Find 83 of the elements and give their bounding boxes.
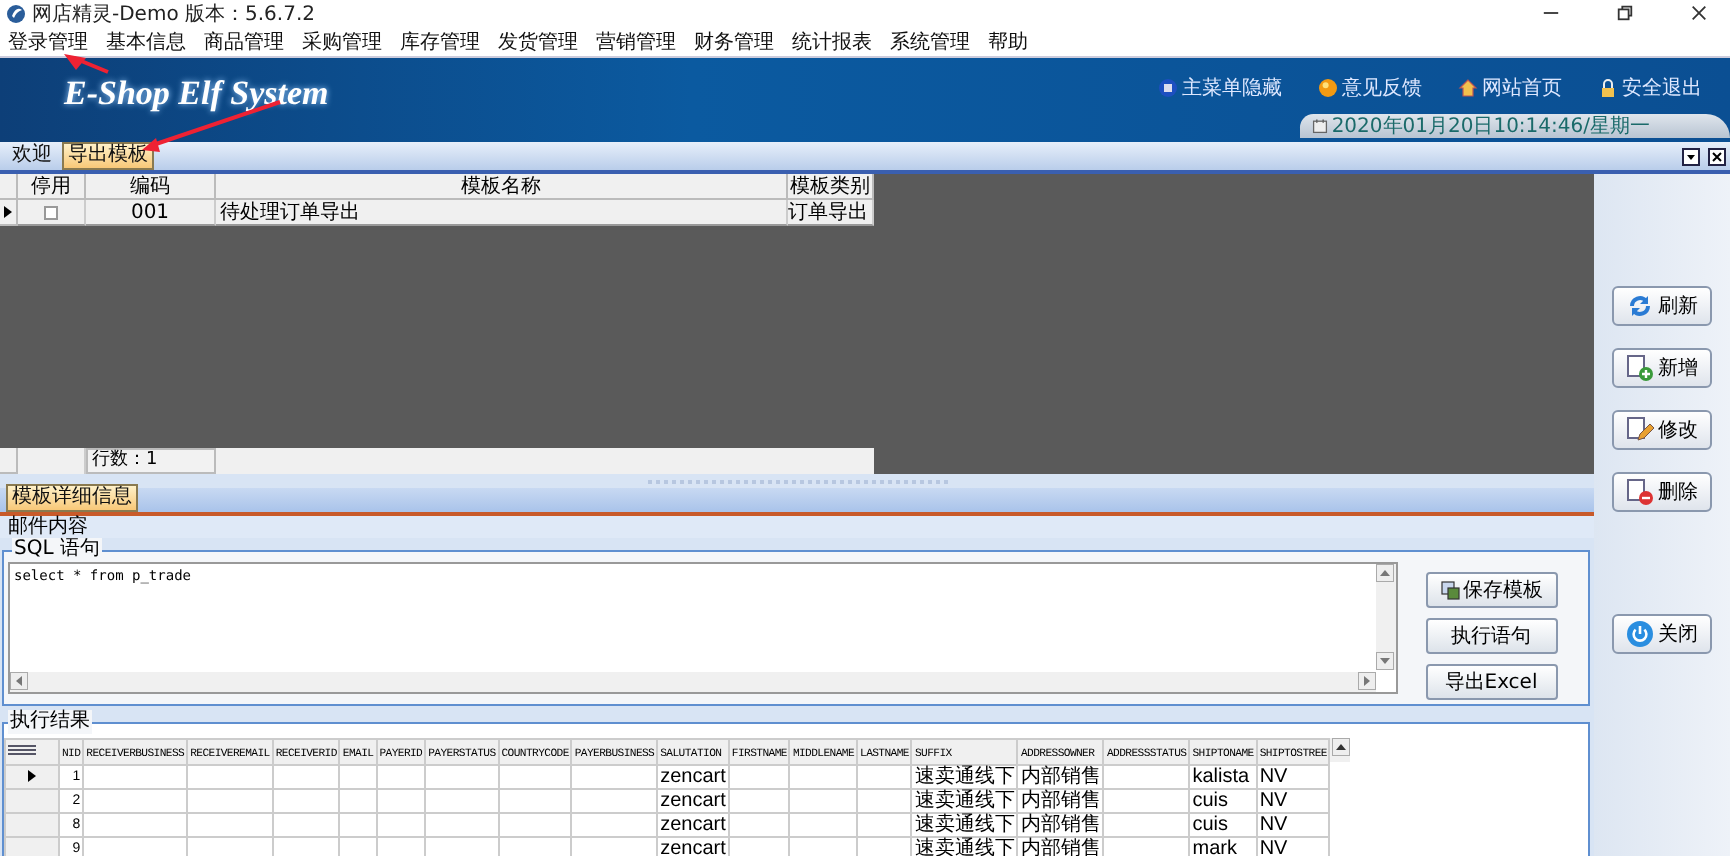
edit-document-icon [1626, 416, 1654, 444]
menu-item[interactable]: 帮助 [988, 27, 1028, 55]
menu-item[interactable]: 统计报表 [792, 27, 872, 55]
table-cell: 速卖通线下 [914, 789, 1015, 811]
table-cell: zencart [660, 813, 726, 835]
table-cell: NV [1259, 813, 1288, 835]
group-label: 执行结果 [8, 710, 92, 734]
datetime-text: 2020年01月20日10:14:46/星期一 [1331, 113, 1650, 140]
menu-item[interactable]: 发货管理 [498, 27, 578, 55]
table-cell: 内部销售 [1020, 813, 1101, 835]
tab[interactable]: 欢迎 [6, 142, 58, 170]
menu-item[interactable]: 系统管理 [890, 27, 970, 55]
annotation-arrow [64, 54, 109, 74]
banner-link[interactable]: 意见反馈 [1342, 74, 1422, 102]
table-cell: zencart [660, 789, 726, 811]
power-icon [1626, 620, 1654, 648]
close-icon[interactable] [1708, 148, 1726, 166]
table-cell: 速卖通线下 [914, 765, 1015, 787]
logo-text: E-Shop Elf System [64, 74, 329, 114]
restore-icon[interactable] [1616, 4, 1634, 22]
tab[interactable]: 模板详细信息 [6, 484, 138, 512]
refresh-icon [1626, 292, 1654, 320]
dropdown-icon[interactable] [1682, 148, 1700, 166]
menu-item[interactable]: 财务管理 [694, 27, 774, 55]
table-cell: NV [1259, 837, 1288, 856]
action-button[interactable]: 保存模板 [1425, 572, 1557, 608]
table-cell: 内部销售 [1020, 789, 1101, 811]
current-row-icon [28, 769, 36, 781]
menu-item[interactable]: 登录管理 [8, 27, 88, 55]
banner-link[interactable]: 主菜单隐藏 [1182, 74, 1282, 102]
column-header[interactable]: 模板类别 [788, 174, 874, 200]
table-cell: cuis [1192, 789, 1229, 811]
feedback-icon [1318, 78, 1338, 98]
banner-link[interactable]: 网站首页 [1482, 74, 1562, 102]
table-cell: zencart [660, 837, 726, 856]
table-cell: 订单导出 [788, 200, 874, 226]
table-cell: NV [1259, 765, 1288, 787]
side-button[interactable]: 新增 [1612, 348, 1712, 388]
scroll-down-icon[interactable] [1376, 652, 1394, 670]
close-icon[interactable] [1690, 4, 1708, 22]
column-header[interactable]: 模板名称 [216, 174, 788, 200]
side-button[interactable]: 修改 [1612, 410, 1712, 450]
table-cell: 001 [86, 200, 216, 226]
menu-dot-icon [1158, 78, 1178, 98]
column-header[interactable]: 停用 [18, 174, 86, 200]
side-button[interactable]: 关闭 [1612, 614, 1712, 654]
side-button[interactable]: 删除 [1612, 472, 1712, 512]
save-icon [1439, 580, 1459, 600]
home-icon [1458, 78, 1478, 98]
table-cell: NV [1259, 789, 1288, 811]
group-label: SQL 语句 [12, 538, 102, 562]
window-title: 网店精灵-Demo 版本：5.6.7.2 [32, 1, 315, 27]
table-cell: 速卖通线下 [914, 813, 1015, 835]
menu-item[interactable]: 商品管理 [204, 27, 284, 55]
tab[interactable]: 导出模板 [62, 142, 154, 170]
table-cell: kalista [1192, 765, 1250, 787]
table-cell: 内部销售 [1020, 765, 1101, 787]
table-cell: 速卖通线下 [914, 837, 1015, 856]
row-count: 行数：1 [86, 448, 216, 474]
checkbox[interactable] [44, 205, 58, 219]
table-cell: mark [1192, 837, 1237, 856]
table-cell: 待处理订单导出 [216, 200, 788, 226]
scroll-right-icon[interactable] [1358, 672, 1376, 690]
banner-link[interactable]: 安全退出 [1622, 74, 1702, 102]
side-button[interactable]: 刷新 [1612, 286, 1712, 326]
menu-item[interactable]: 库存管理 [400, 27, 480, 55]
lock-icon [1598, 78, 1618, 98]
menu-item[interactable]: 营销管理 [596, 27, 676, 55]
action-button[interactable]: 导出Excel [1425, 664, 1557, 700]
scroll-up-icon[interactable] [1331, 738, 1350, 756]
scroll-left-icon[interactable] [10, 672, 28, 690]
delete-document-icon [1626, 478, 1654, 506]
clock-icon [1311, 118, 1328, 134]
table-cell: cuis [1192, 813, 1229, 835]
mail-content-label: 邮件内容 [8, 516, 88, 538]
action-button[interactable]: 执行语句 [1425, 618, 1557, 654]
table-cell: 内部销售 [1020, 837, 1101, 856]
add-document-icon [1626, 354, 1654, 382]
column-header[interactable]: 编码 [86, 174, 216, 200]
table-cell: zencart [660, 765, 726, 787]
grid-menu-icon[interactable] [8, 744, 36, 756]
menu-item[interactable]: 基本信息 [106, 27, 186, 55]
menu-item[interactable]: 采购管理 [302, 27, 382, 55]
